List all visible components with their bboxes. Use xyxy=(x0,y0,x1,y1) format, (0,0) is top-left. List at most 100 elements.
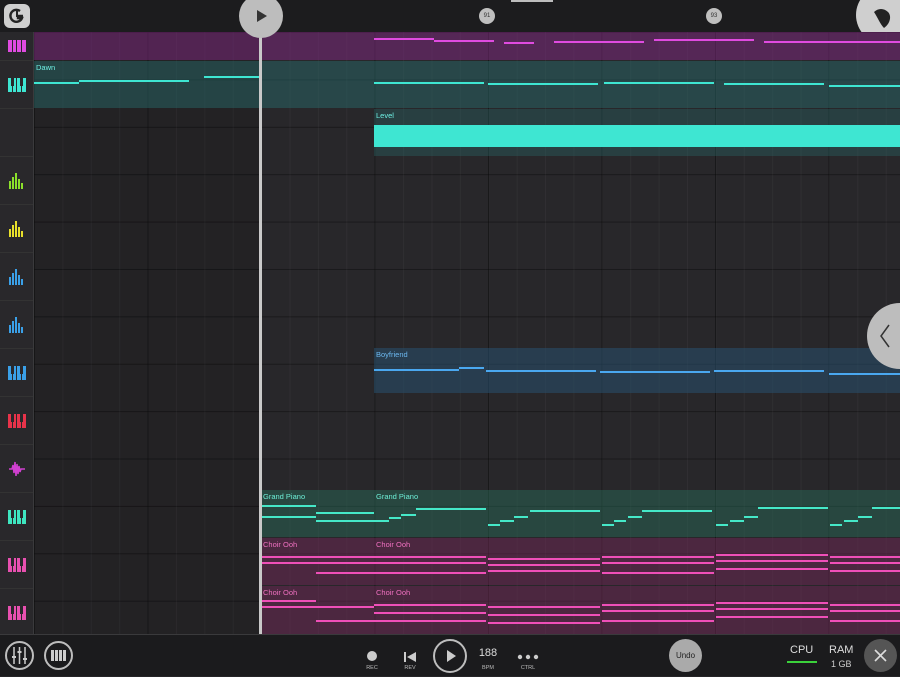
note xyxy=(830,610,900,612)
note xyxy=(830,604,900,606)
bar-marker-93[interactable]: 93 xyxy=(706,8,722,24)
note xyxy=(654,39,754,41)
note xyxy=(488,622,600,624)
clip-choir-ooh-2[interactable]: Choir Ooh xyxy=(374,538,900,585)
note xyxy=(374,556,486,558)
note xyxy=(374,612,486,614)
track-9-header[interactable] xyxy=(0,397,33,445)
note xyxy=(758,507,828,509)
playhead-play-button[interactable] xyxy=(239,0,283,38)
clip-label-grand-piano-1: Grand Piano xyxy=(263,492,306,501)
clip-level-automation[interactable]: Level xyxy=(374,109,900,156)
timeline-ruler[interactable]: 91 93 xyxy=(0,0,900,44)
undo-button[interactable]: Undo xyxy=(669,639,702,672)
note xyxy=(716,554,828,556)
clip-choir-ooh-4[interactable]: Choir Ooh xyxy=(374,586,900,634)
note xyxy=(488,564,600,566)
ctrl-label: CTRL xyxy=(520,665,536,671)
drum-bars-icon xyxy=(8,172,23,189)
note xyxy=(261,516,316,518)
track-7-header[interactable] xyxy=(0,301,33,349)
clip-label-dawn: Dawn xyxy=(36,63,56,72)
note xyxy=(764,41,900,43)
note xyxy=(316,512,374,514)
track-12-header[interactable] xyxy=(0,541,33,589)
clip-label-grand-piano-2: Grand Piano xyxy=(376,492,419,501)
note xyxy=(716,602,828,604)
track-1-header[interactable] xyxy=(0,32,33,61)
note xyxy=(600,371,710,373)
clip-dawn[interactable]: Dawn xyxy=(34,61,900,108)
waveform-icon xyxy=(8,461,25,476)
note xyxy=(830,570,900,572)
drum-bars-icon xyxy=(8,268,23,285)
note xyxy=(602,610,714,612)
close-button[interactable] xyxy=(864,639,897,672)
note xyxy=(374,82,484,84)
piano-keys-icon xyxy=(7,413,26,428)
piano-roll-button[interactable] xyxy=(44,641,73,670)
clip-grand-piano-2[interactable]: Grand Piano xyxy=(374,490,900,537)
playlist-grid[interactable]: Dawn Level Boyfriend Grand Piano Grand P… xyxy=(34,32,900,634)
note xyxy=(716,608,828,610)
track-2-header[interactable] xyxy=(0,61,33,109)
note xyxy=(488,524,500,526)
note xyxy=(488,83,598,85)
logo-glyph xyxy=(9,8,24,23)
fruit-glyph xyxy=(874,9,891,28)
clip-label-choir-ooh-2: Choir Ooh xyxy=(376,540,411,549)
note xyxy=(872,507,900,509)
track-5-header[interactable] xyxy=(0,205,33,253)
playhead[interactable] xyxy=(259,0,262,634)
track-11-header[interactable] xyxy=(0,493,33,541)
clip-boyfriend[interactable]: Boyfriend xyxy=(374,348,900,393)
note xyxy=(316,572,374,574)
piano-keys-icon xyxy=(51,650,66,661)
track-10-header[interactable] xyxy=(0,445,33,493)
track-8-header[interactable] xyxy=(0,349,33,397)
clip-choir-ooh-3[interactable]: Choir Ooh xyxy=(261,586,374,634)
clip-grand-piano-1[interactable]: Grand Piano xyxy=(261,490,374,537)
drum-bars-icon xyxy=(8,220,23,237)
ctrl-button[interactable] xyxy=(514,643,542,667)
bottom-toolbar: REC REV 188 BPM CTRL Undo CPU RAM 1 GB xyxy=(0,634,900,676)
track-13-header[interactable] xyxy=(0,589,33,637)
note xyxy=(716,616,828,618)
note xyxy=(844,520,858,522)
piano-keys-icon xyxy=(7,605,26,620)
note xyxy=(858,516,872,518)
note xyxy=(602,604,714,606)
note xyxy=(500,520,514,522)
clip-label-level: Level xyxy=(376,111,394,120)
clip-label-choir-ooh-4: Choir Ooh xyxy=(376,588,411,597)
bpm-value[interactable]: 188 xyxy=(472,647,504,659)
app-logo-icon[interactable] xyxy=(4,4,30,28)
note xyxy=(514,516,528,518)
transport-play-button[interactable] xyxy=(433,639,467,673)
track-4-header[interactable] xyxy=(0,157,33,205)
rewind-button[interactable] xyxy=(400,643,420,667)
note xyxy=(602,620,714,622)
loop-region-handle[interactable] xyxy=(511,0,553,2)
clip-label-choir-ooh-1: Choir Ooh xyxy=(263,540,298,549)
note xyxy=(530,510,600,512)
note xyxy=(374,369,459,371)
clip-label-boyfriend: Boyfriend xyxy=(376,350,408,359)
cpu-label: CPU xyxy=(790,644,814,656)
piano-keys-icon xyxy=(7,365,26,380)
note xyxy=(602,572,714,574)
track-3-header[interactable] xyxy=(0,109,33,157)
note xyxy=(830,562,900,564)
bpm-label: BPM xyxy=(482,665,494,671)
clip-choir-ooh-1[interactable]: Choir Ooh xyxy=(261,538,374,585)
close-icon xyxy=(874,649,887,662)
note xyxy=(416,508,486,510)
mixer-button[interactable] xyxy=(5,641,34,670)
mixer-sliders-icon xyxy=(12,647,27,664)
note xyxy=(614,520,626,522)
track-6-header[interactable] xyxy=(0,253,33,301)
bar-marker-91[interactable]: 91 xyxy=(479,8,495,24)
clip-magenta-track1[interactable] xyxy=(34,32,900,60)
piano-keys-icon xyxy=(7,557,26,572)
record-button[interactable] xyxy=(362,643,382,667)
